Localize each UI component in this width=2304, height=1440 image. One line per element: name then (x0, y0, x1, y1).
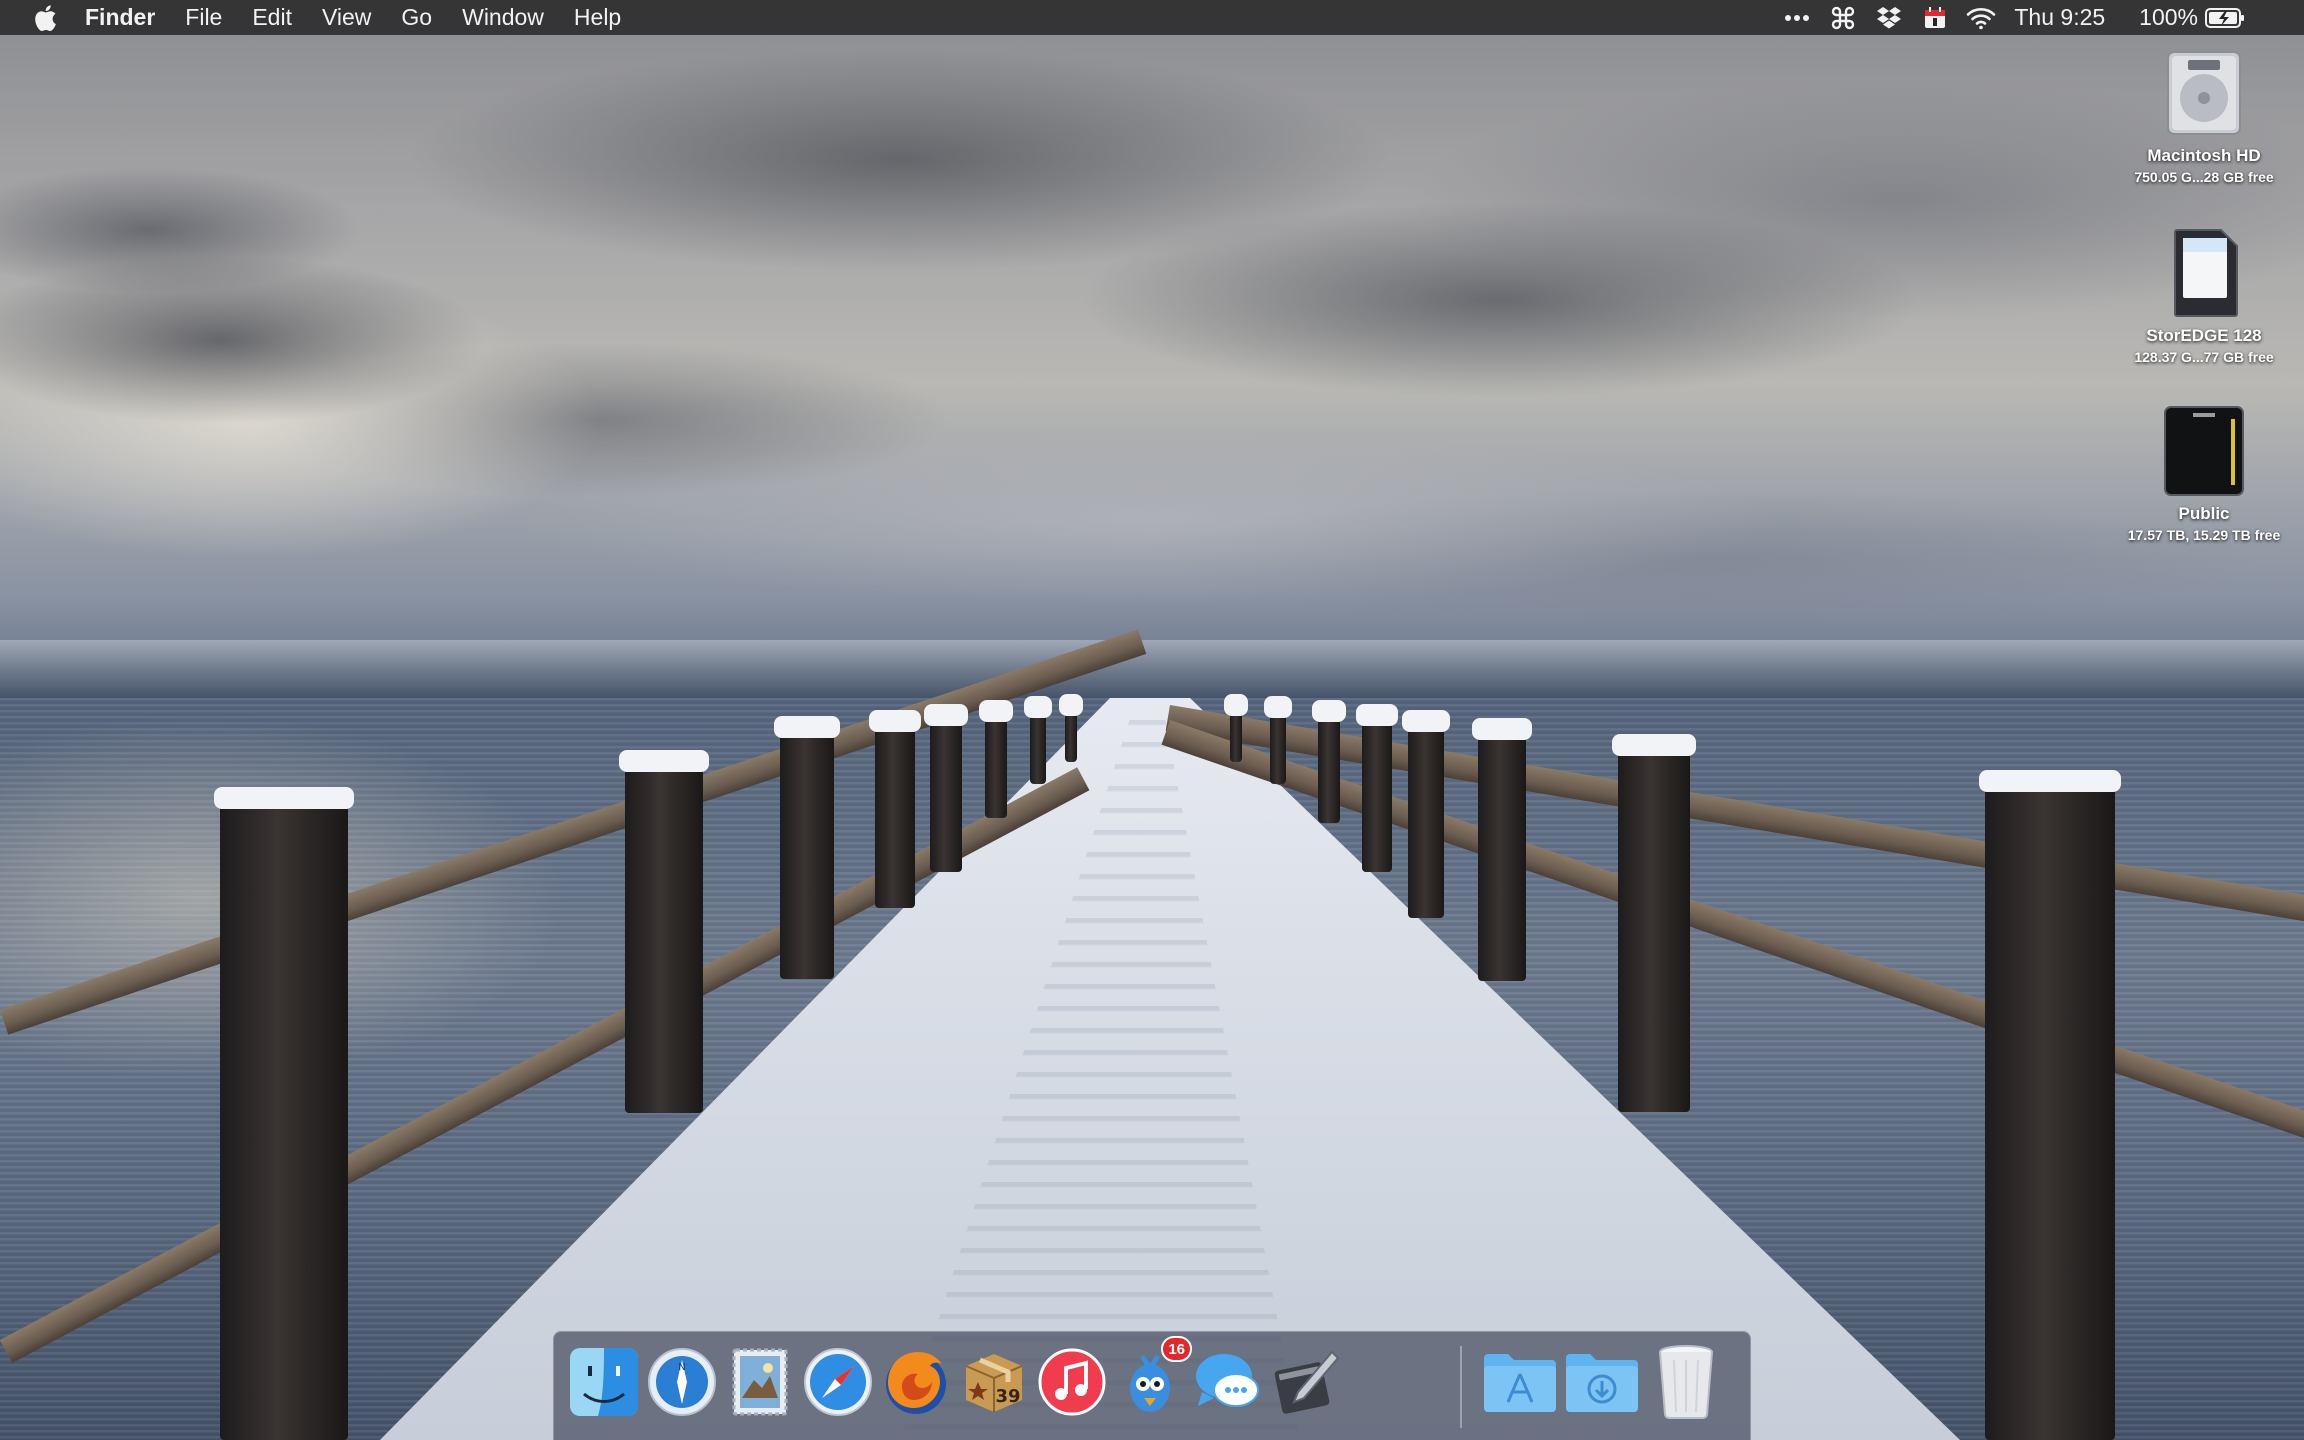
desktop-icon-info: 17.57 TB, 15.29 TB free (2127, 527, 2281, 543)
dock-item-trash[interactable] (1648, 1344, 1724, 1420)
compass-globe-icon: N (648, 1348, 716, 1416)
desktop-icon-public[interactable]: Public 17.57 TB, 15.29 TB free (2104, 406, 2304, 543)
hard-drive-icon (2159, 48, 2249, 138)
pier-post (1612, 734, 1696, 1112)
dock-item-tweetbot[interactable]: 16 (1112, 1336, 1192, 1420)
applications-folder-icon (1484, 1354, 1556, 1412)
pier-post (1059, 694, 1083, 762)
menu-window[interactable]: Window (462, 0, 544, 35)
desktop-icon-storedge[interactable]: StorEDGE 128 128.37 G...77 GB free (2104, 228, 2304, 365)
pier-post (1356, 704, 1398, 872)
menu-bar: Finder File Edit View Go Window Help Thu… (0, 0, 2304, 35)
dock-item-messages[interactable] (1190, 1344, 1266, 1420)
dock-separator (1460, 1346, 1462, 1428)
dock-item-network-radar[interactable]: N (644, 1344, 720, 1420)
pier-post (1224, 694, 1248, 762)
nas-drive-icon (2159, 406, 2249, 496)
dock-item-firefox[interactable] (878, 1344, 954, 1420)
dock-item-script-editor[interactable] (1268, 1344, 1344, 1420)
music-note-icon (1038, 1348, 1106, 1416)
pier-post (869, 710, 921, 908)
svg-text:N: N (678, 1362, 685, 1373)
downloads-folder-icon (1566, 1354, 1638, 1412)
deliveries-count: 39 (995, 1386, 1020, 1407)
pier-post (1472, 718, 1532, 981)
desktop-icon-label: StorEDGE 128 (2146, 326, 2262, 345)
menu-file[interactable]: File (185, 0, 222, 35)
desktop-icon-label: Public (2178, 504, 2230, 523)
dock-item-mail[interactable] (722, 1344, 798, 1420)
pier-post (1264, 696, 1292, 784)
battery-charging-icon[interactable] (2204, 3, 2246, 33)
dock-item-finder[interactable] (566, 1344, 642, 1420)
menu-help[interactable]: Help (574, 0, 621, 35)
pier-post (1024, 696, 1052, 784)
dock-item-itunes[interactable] (1034, 1344, 1110, 1420)
dock: N 39 16 (553, 1331, 1751, 1440)
pier-post (214, 787, 354, 1440)
desktop-icon-info: 128.37 G...77 GB free (2134, 349, 2274, 365)
finder-icon (570, 1348, 638, 1416)
trash-icon (1659, 1345, 1713, 1419)
pier-post (774, 716, 840, 979)
dock-item-deliveries[interactable]: 39 (956, 1344, 1032, 1420)
menu-view[interactable]: View (322, 0, 371, 35)
chat-bubbles-icon (1196, 1354, 1259, 1407)
status-area: Thu 9:25 100% (1766, 0, 2304, 35)
overflow-dots-icon[interactable] (1782, 3, 1812, 33)
menu-go[interactable]: Go (401, 0, 432, 35)
desktop-icon-macintosh-hd[interactable]: Macintosh HD 750.05 G...28 GB free (2104, 48, 2304, 185)
calendar-icon[interactable] (1920, 3, 1950, 33)
wallpaper-sky (0, 0, 2304, 700)
desktop[interactable]: Finder File Edit View Go Window Help Thu… (0, 0, 2304, 1440)
package-box-icon: 39 (965, 1354, 1023, 1412)
pier-post (619, 750, 709, 1113)
wallpaper-horizon (0, 640, 2304, 700)
menu-edit[interactable]: Edit (252, 0, 292, 35)
dock-stack-downloads[interactable] (1564, 1344, 1640, 1420)
apple-menu-icon[interactable] (31, 4, 59, 32)
desktop-icon-label: Macintosh HD (2147, 146, 2261, 165)
menu-app-name[interactable]: Finder (85, 0, 155, 35)
command-icon[interactable] (1828, 3, 1858, 33)
battery-percent[interactable]: 100% (2139, 0, 2198, 35)
sd-card-icon (2159, 228, 2249, 318)
menubar-clock[interactable]: Thu 9:25 (2014, 0, 2105, 35)
dock-item-safari[interactable] (800, 1344, 876, 1420)
mail-stamp-icon (732, 1348, 788, 1416)
safari-compass-icon (804, 1348, 872, 1416)
pier-post (924, 704, 968, 872)
notification-badge: 16 (1161, 1336, 1192, 1362)
pier-post (1402, 710, 1450, 918)
pier-post (1312, 700, 1346, 823)
script-pen-icon (1274, 1350, 1340, 1414)
pier-post (1979, 770, 2121, 1440)
wifi-icon[interactable] (1966, 3, 1996, 33)
pier-post (979, 700, 1013, 818)
dropbox-icon[interactable] (1874, 3, 1904, 33)
dock-stack-applications[interactable] (1482, 1344, 1558, 1420)
firefox-icon (886, 1352, 946, 1414)
desktop-icon-info: 750.05 G...28 GB free (2134, 169, 2274, 185)
